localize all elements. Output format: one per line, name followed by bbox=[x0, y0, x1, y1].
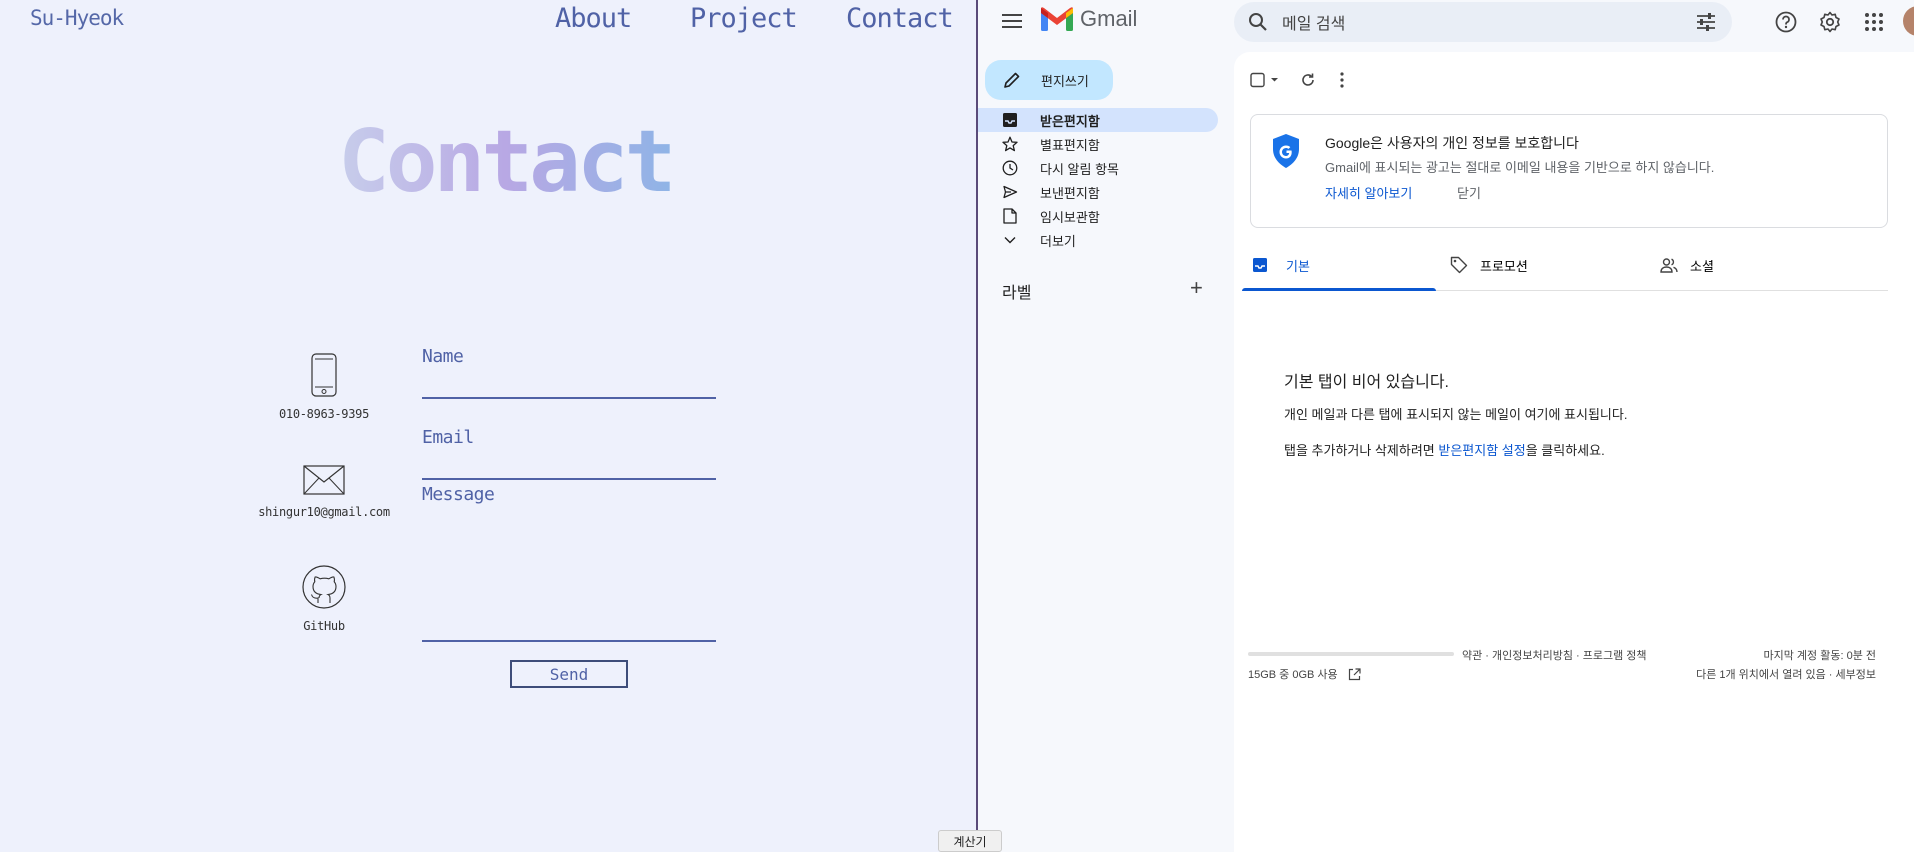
email-label: Email bbox=[422, 427, 474, 448]
clock-icon bbox=[1000, 158, 1020, 178]
sidebar-item-more[interactable]: 더보기 bbox=[978, 228, 1218, 252]
taskbar-tooltip: 계산기 bbox=[938, 830, 1002, 852]
tag-icon bbox=[1450, 256, 1468, 274]
search-bar[interactable]: 메일 검색 bbox=[1234, 2, 1732, 42]
gmail-window: Gmail 메일 검색 편지쓰기 받은편지함 별표편지함 다시 알림 항목 보낸… bbox=[978, 0, 1914, 852]
empty-state-description: 개인 메일과 다른 탭에 표시되지 않는 메일이 여기에 표시됩니다. bbox=[1284, 407, 1628, 422]
portfolio-page: Su-Hyeok About Project Contact Contact 0… bbox=[0, 0, 976, 852]
search-icon[interactable] bbox=[1248, 12, 1268, 32]
details-link[interactable]: 다른 1개 위치에서 열려 있음 · 세부정보 bbox=[1696, 666, 1876, 682]
storage-info: 15GB 중 0GB 사용 bbox=[1248, 666, 1361, 682]
compose-label: 편지쓰기 bbox=[1041, 73, 1089, 89]
hamburger-icon bbox=[1002, 14, 1022, 16]
sidebar-item-label: 더보기 bbox=[1040, 233, 1076, 249]
inbox-settings-link[interactable]: 받은편지함 설정 bbox=[1438, 443, 1525, 458]
sidebar-item-label: 별표편지함 bbox=[1040, 137, 1100, 153]
empty-state-hint: 탭을 추가하거나 삭제하려면 받은편지함 설정을 클릭하세요. bbox=[1284, 440, 1605, 459]
privacy-title: Google은 사용자의 개인 정보를 보호합니다 bbox=[1325, 135, 1579, 151]
message-textarea[interactable] bbox=[422, 522, 716, 642]
learn-more-link[interactable]: 자세히 알아보기 bbox=[1325, 183, 1412, 202]
email-address[interactable]: shingur10@gmail.com bbox=[244, 505, 404, 519]
search-options-icon[interactable] bbox=[1696, 13, 1716, 31]
tab-primary[interactable]: 기본 bbox=[1242, 240, 1436, 290]
external-link-icon[interactable] bbox=[1348, 667, 1361, 681]
inbox-icon bbox=[1000, 110, 1020, 130]
labels-heading: 라벨 bbox=[1002, 285, 1032, 302]
chevron-down-icon bbox=[1000, 230, 1020, 250]
send-button[interactable]: Send bbox=[510, 660, 628, 688]
gmail-m-icon bbox=[1041, 7, 1073, 31]
google-shield-icon bbox=[1273, 134, 1299, 168]
select-all-checkbox[interactable] bbox=[1248, 68, 1282, 92]
add-label-plus-icon[interactable]: + bbox=[1190, 277, 1203, 299]
brand-logo[interactable]: Su-Hyeok bbox=[30, 6, 124, 30]
sidebar-item-snoozed[interactable]: 다시 알림 항목 bbox=[978, 156, 1218, 180]
draft-icon bbox=[1000, 206, 1020, 226]
sidebar-item-sent[interactable]: 보낸편지함 bbox=[978, 180, 1218, 204]
gmail-wordmark: Gmail bbox=[1080, 6, 1138, 31]
people-icon bbox=[1660, 258, 1678, 273]
nav-contact[interactable]: Contact bbox=[846, 3, 954, 34]
mail-icon bbox=[303, 465, 345, 495]
nav-project[interactable]: Project bbox=[690, 3, 798, 34]
nav-about[interactable]: About bbox=[555, 3, 632, 34]
tab-promotions[interactable]: 프로모션 bbox=[1438, 240, 1638, 290]
inbox-icon bbox=[1253, 258, 1267, 272]
empty-state-title: 기본 탭이 비어 있습니다. bbox=[1284, 374, 1449, 391]
contact-email: shingur10@gmail.com bbox=[244, 465, 404, 519]
search-input[interactable]: 메일 검색 bbox=[1282, 10, 1345, 34]
github-icon[interactable] bbox=[302, 565, 346, 609]
tab-social[interactable]: 소셜 bbox=[1648, 240, 1848, 290]
sidebar-item-label: 받은편지함 bbox=[1040, 113, 1100, 129]
more-options-icon[interactable] bbox=[1330, 68, 1354, 92]
tab-label: 소셜 bbox=[1690, 258, 1714, 274]
active-tab-indicator bbox=[1242, 288, 1436, 291]
name-label: Name bbox=[422, 346, 464, 367]
storage-bar bbox=[1248, 652, 1454, 656]
email-input[interactable] bbox=[422, 478, 716, 480]
dismiss-button[interactable]: 닫기 bbox=[1457, 183, 1481, 202]
sidebar-item-drafts[interactable]: 임시보관함 bbox=[978, 204, 1218, 228]
phone-number: 010-8963-9395 bbox=[278, 407, 370, 421]
gmail-logo[interactable]: Gmail bbox=[1040, 6, 1137, 32]
privacy-notice: Google은 사용자의 개인 정보를 보호합니다 Gmail에 표시되는 광고… bbox=[1250, 114, 1888, 228]
sidebar-item-starred[interactable]: 별표편지함 bbox=[978, 132, 1218, 156]
sidebar-item-inbox[interactable]: 받은편지함 bbox=[978, 108, 1218, 132]
footer-links[interactable]: 약관 · 개인정보처리방침 · 프로그램 정책 bbox=[1462, 647, 1647, 663]
pencil-icon bbox=[1004, 72, 1020, 88]
page-title: Contact bbox=[338, 112, 676, 212]
settings-gear-icon[interactable] bbox=[1816, 8, 1844, 36]
phone-icon bbox=[311, 353, 337, 397]
name-input[interactable] bbox=[422, 397, 716, 399]
help-icon[interactable] bbox=[1772, 8, 1800, 36]
apps-grid-icon[interactable] bbox=[1860, 8, 1888, 36]
sidebar-item-label: 다시 알림 항목 bbox=[1040, 161, 1119, 177]
refresh-icon[interactable] bbox=[1296, 68, 1320, 92]
star-icon bbox=[1000, 134, 1020, 154]
hint-prefix: 탭을 추가하거나 삭제하려면 bbox=[1284, 443, 1439, 458]
sidebar-item-label: 보낸편지함 bbox=[1040, 185, 1100, 201]
send-icon bbox=[1000, 182, 1020, 202]
privacy-description: Gmail에 표시되는 광고는 절대로 이메일 내용을 기반으로 하지 않습니다… bbox=[1325, 160, 1715, 175]
github-link[interactable]: GitHub bbox=[244, 619, 404, 633]
last-activity: 마지막 계정 활동: 0분 전 bbox=[1763, 650, 1876, 662]
compose-button[interactable]: 편지쓰기 bbox=[985, 60, 1113, 100]
tab-label: 기본 bbox=[1286, 258, 1310, 274]
hint-suffix: 을 클릭하세요. bbox=[1525, 443, 1605, 458]
contact-phone: 010-8963-9395 bbox=[244, 353, 404, 421]
account-avatar[interactable] bbox=[1903, 6, 1914, 36]
contact-github[interactable]: GitHub bbox=[244, 565, 404, 633]
sidebar-item-label: 임시보관함 bbox=[1040, 209, 1100, 225]
main-content: Google은 사용자의 개인 정보를 보호합니다 Gmail에 표시되는 광고… bbox=[1234, 52, 1914, 852]
message-label: Message bbox=[422, 484, 495, 505]
tab-label: 프로모션 bbox=[1480, 258, 1528, 274]
storage-usage: 15GB 중 0GB 사용 bbox=[1248, 669, 1338, 681]
main-menu-button[interactable] bbox=[1000, 9, 1024, 33]
